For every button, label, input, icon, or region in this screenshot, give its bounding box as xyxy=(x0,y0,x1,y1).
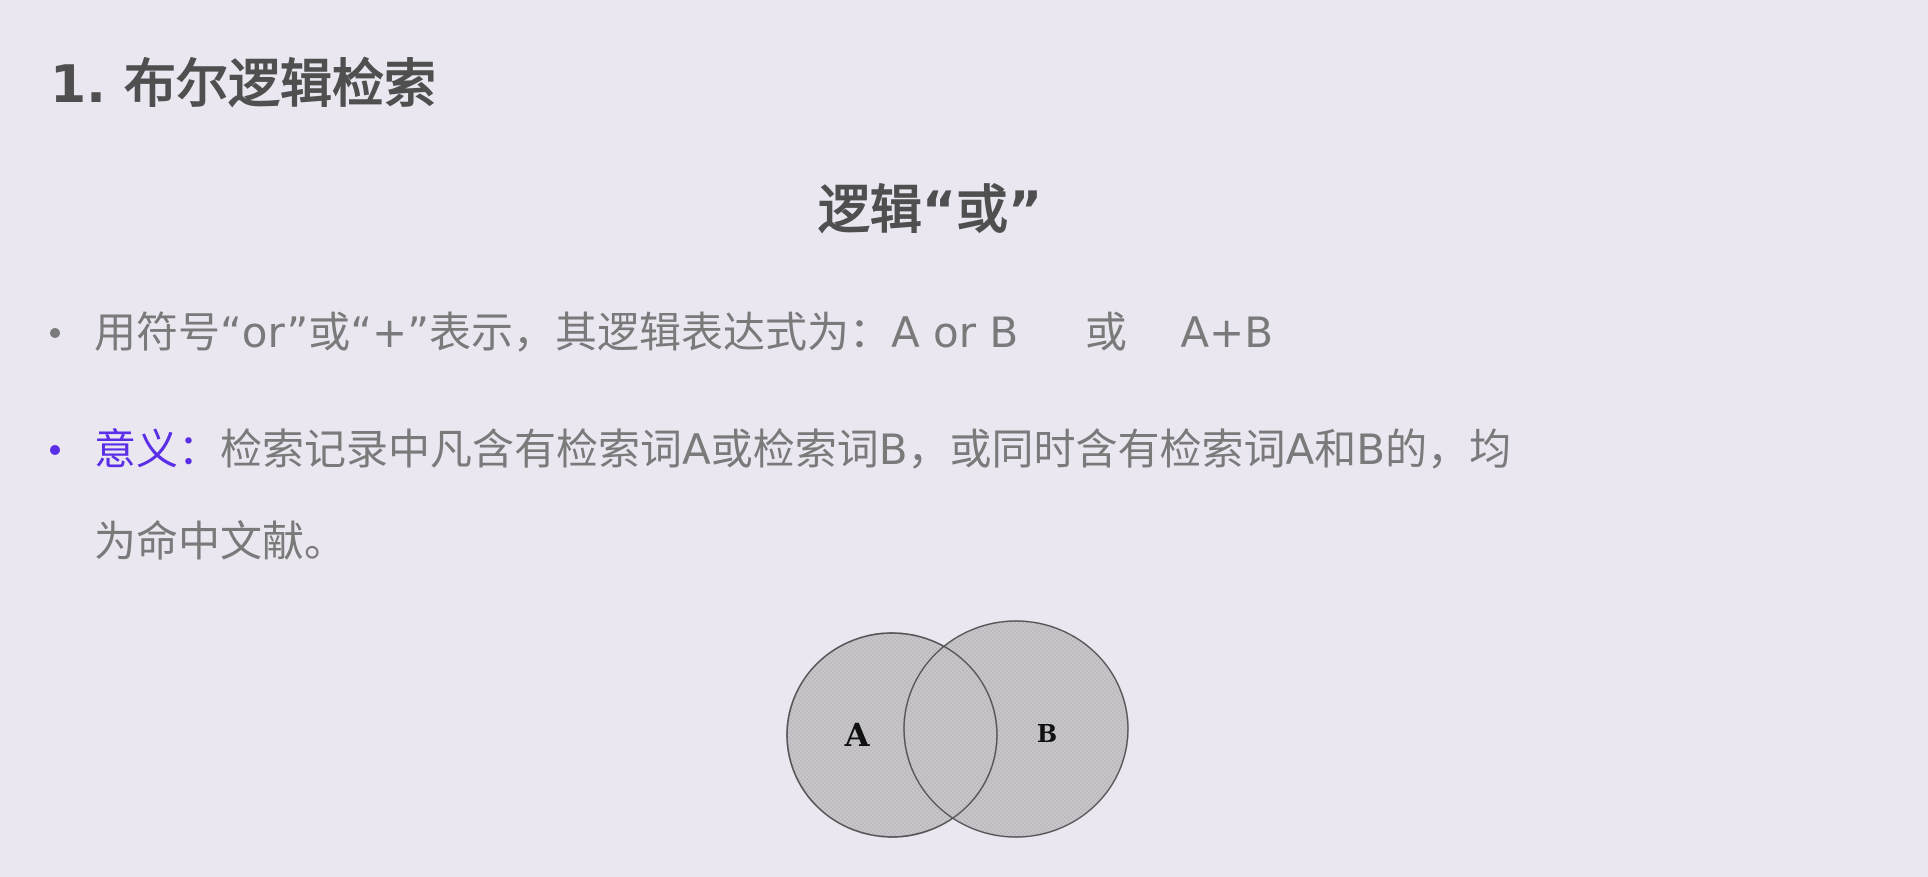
venn-label-a: A xyxy=(844,716,871,754)
venn-circle-b xyxy=(903,620,1129,838)
venn-diagram: A B xyxy=(786,620,1129,838)
venn-label-b: B xyxy=(1037,719,1057,748)
